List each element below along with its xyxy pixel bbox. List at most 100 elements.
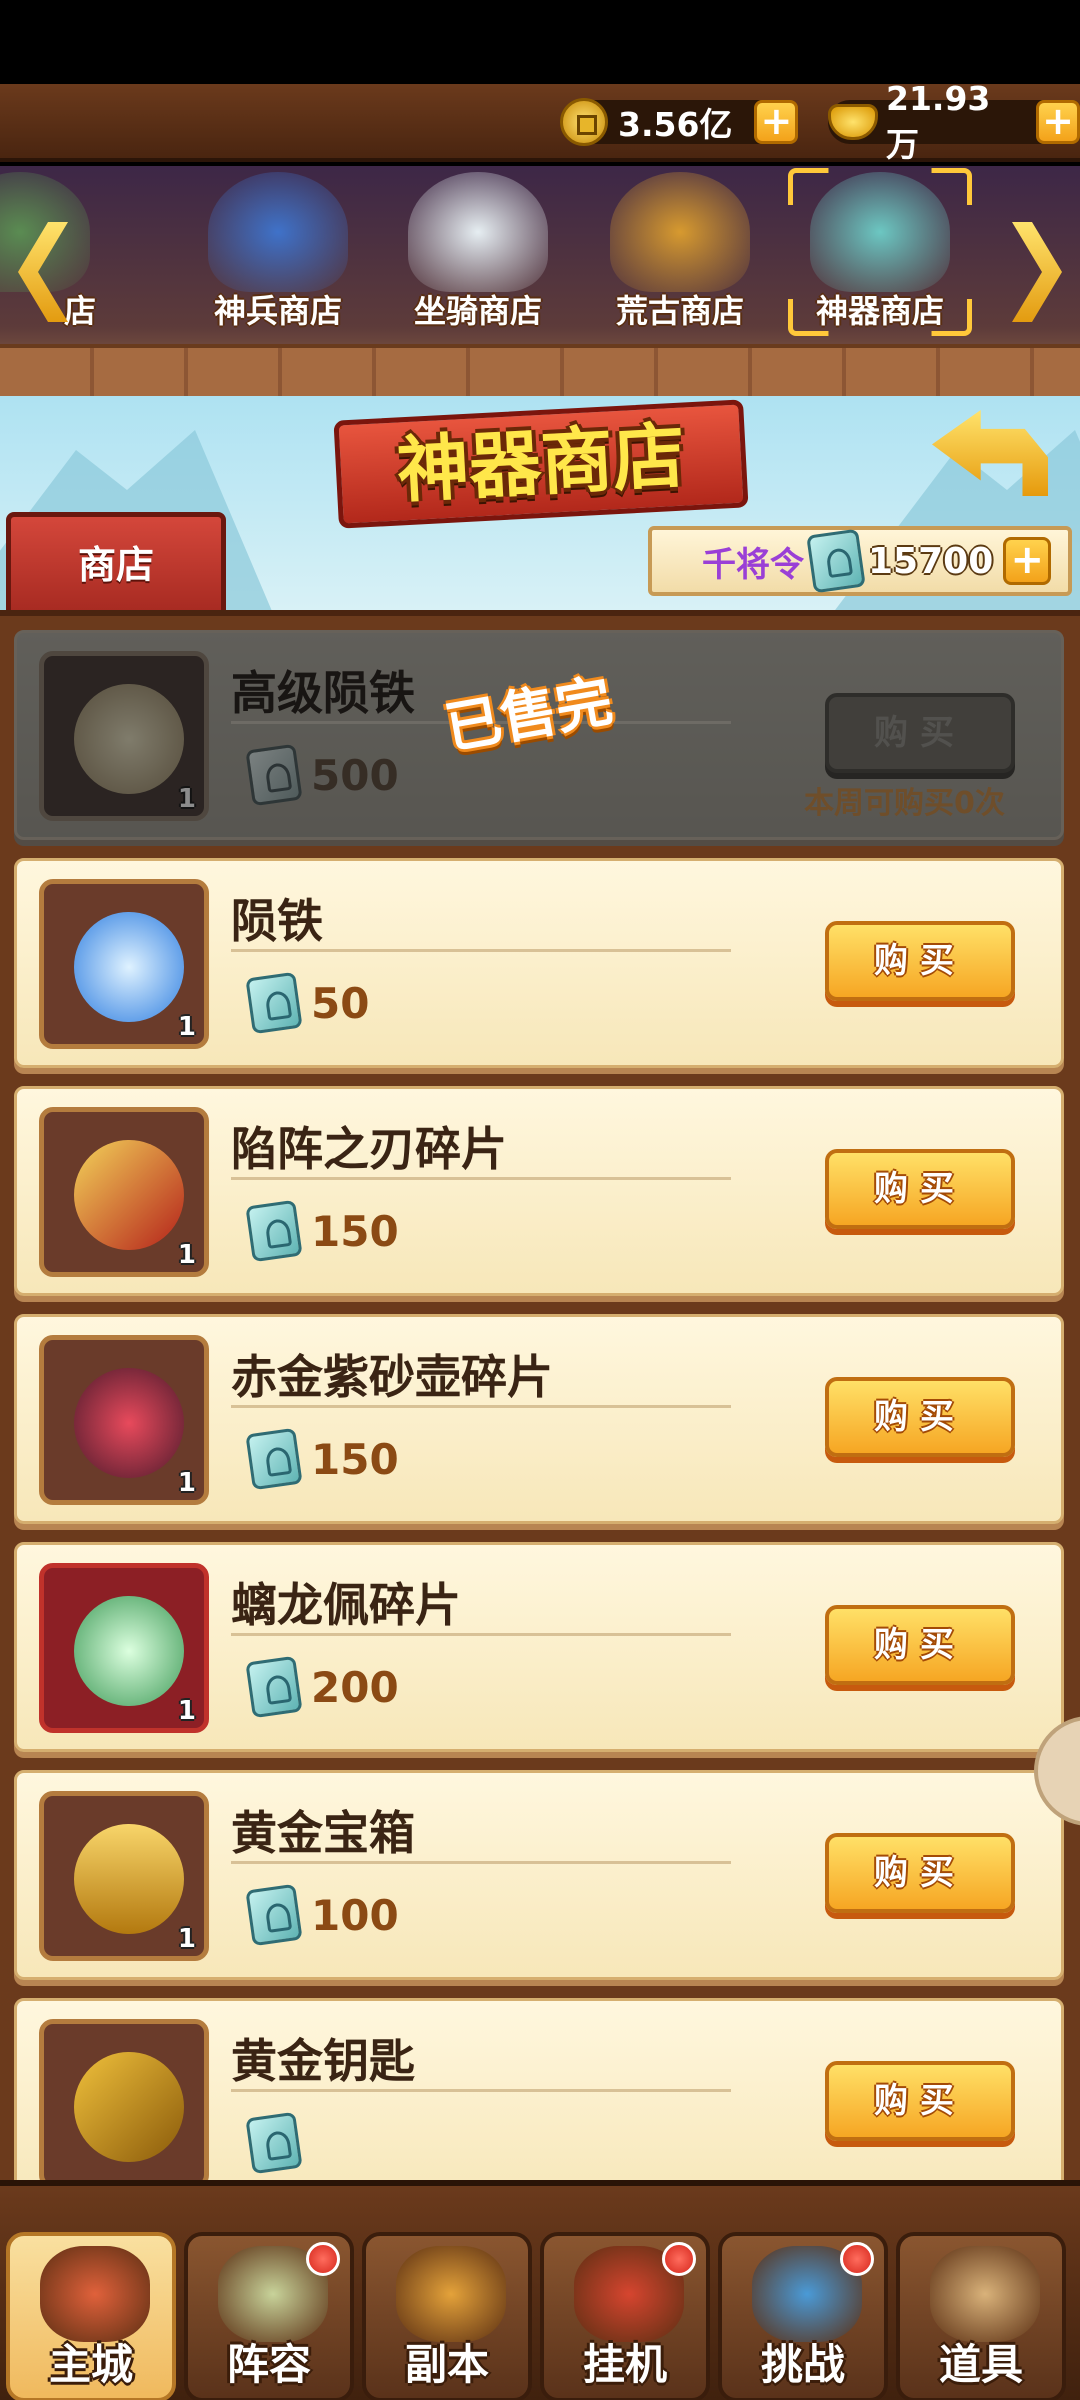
nav-icon [396,2246,506,2342]
item-glyph-icon [74,912,184,1022]
buy-button[interactable]: 购买 [825,1377,1015,1457]
item-name: 陨铁 [231,894,323,948]
price-value: 150 [311,1434,399,1484]
divider [231,1861,731,1864]
purchase-limit-text: 本周可购买0次 [804,786,1005,821]
buy-button[interactable]: 购买 [825,1149,1015,1229]
mount-shop-art [408,172,548,292]
token-icon [245,2111,303,2175]
shop-item-card: 1 陷阵之刃碎片 150 购买 [14,1086,1064,1296]
item-name: 螭龙佩碎片 [231,1578,461,1632]
item-glyph-icon [74,1368,184,1478]
coin-counter: 3.56亿 + [560,94,799,150]
item-icon[interactable]: 1 [39,1791,209,1961]
token-icon [245,1199,303,1263]
item-name: 高级陨铁 [231,666,415,720]
divider [231,949,731,952]
shop-item-card: 1 螭龙佩碎片 200 购买 [14,1542,1064,1752]
item-name: 陷阵之刃碎片 [231,1122,507,1176]
token-icon [245,1883,303,1947]
notification-dot [840,2242,874,2276]
chevron-left-icon [18,222,68,322]
shop-header: 神器商店 商店 千将令 15700 + [0,396,1080,610]
shop-item-card: 1 陨铁 50 购买 [14,858,1064,1068]
shop-item-card: 1 黄金宝箱 100 购买 [14,1770,1064,1980]
nav-button[interactable]: 道具 [896,2232,1066,2400]
price-value: 150 [311,1206,399,1256]
item-price [237,2111,311,2175]
nav-button[interactable]: 副本 [362,2232,532,2400]
nav-button[interactable]: 挑战 [718,2232,888,2400]
nav-label: 挑战 [760,2340,845,2389]
shop-tab-flag[interactable]: 商店 [6,512,226,610]
item-icon[interactable] [39,2019,209,2180]
item-price: 150 [237,1427,399,1491]
tab-weapon-shop[interactable]: 神兵商店 [180,166,376,336]
weapon-shop-art [208,172,348,292]
buy-button[interactable]: 购买 [825,2061,1015,2141]
item-qty: 1 [177,1924,196,1954]
item-price: 100 [237,1883,399,1947]
coin-icon [560,98,608,146]
buy-button[interactable]: 购买 [825,1833,1015,1913]
token-counter: 千将令 15700 + [648,526,1072,596]
nav-icon [930,2246,1040,2342]
item-qty: 1 [177,1240,196,1270]
gold-value: 21.93万 [886,78,991,164]
token-icon [245,1655,303,1719]
item-icon[interactable]: 1 [39,879,209,1049]
item-name: 黄金钥匙 [231,2034,415,2088]
tab-label: 荒古商店 [615,292,744,330]
item-name: 赤金紫砂壶碎片 [231,1350,553,1404]
item-icon[interactable]: 1 [39,1107,209,1277]
notification-dot [662,2242,696,2276]
divider [231,1177,731,1180]
tabs-prev-button[interactable] [10,222,76,322]
tab-label: 神器商店 [815,292,944,330]
tab-label: 神兵商店 [213,292,342,330]
item-qty: 1 [177,1696,196,1726]
token-value: 15700 [868,540,994,582]
shop-tabs: 店 神兵商店 坐骑商店 荒古商店 神器商店 [0,166,1080,396]
coin-value: 3.56亿 [618,105,733,144]
item-glyph-icon [74,2052,184,2162]
item-qty: 1 [177,784,196,814]
item-glyph-icon [74,1140,184,1250]
nav-button[interactable]: 主城 [6,2232,176,2400]
tab-artifact-shop[interactable]: 神器商店 [782,166,978,336]
nav-label: 副本 [404,2340,489,2389]
buy-button[interactable]: 购买 [825,921,1015,1001]
tabs-next-button[interactable] [1004,222,1070,322]
buy-button[interactable]: 购买 [825,693,1015,773]
currency-bar: 3.56亿 + 21.93万 + [0,79,1080,164]
status-bar [0,0,1080,84]
token-icon [806,528,866,594]
item-qty: 1 [177,1468,196,1498]
tab-ancient-shop[interactable]: 荒古商店 [582,166,778,336]
price-value: 50 [311,978,370,1028]
item-icon[interactable]: 1 [39,1335,209,1505]
shop-title-banner: 神器商店 [333,399,749,529]
item-glyph-icon [74,1824,184,1934]
nav-label: 主城 [48,2340,133,2389]
item-list[interactable]: 1 高级陨铁 500 购买 已售完 本周可购买0次 1 陨铁 50 购买 1 陷阵之刃碎片 150 购买 1… [0,610,1080,2180]
item-qty: 1 [177,1012,196,1042]
divider [231,1405,731,1408]
nav-button[interactable]: 挂机 [540,2232,710,2400]
item-icon[interactable]: 1 [39,1563,209,1733]
shop-item-card: 黄金钥匙购买 [14,1998,1064,2180]
nav-button[interactable]: 阵容 [184,2232,354,2400]
item-icon[interactable]: 1 [39,651,209,821]
chevron-right-icon [1012,222,1062,322]
add-token-button[interactable]: + [1003,537,1052,585]
nav-icon [40,2246,150,2342]
add-coin-button[interactable]: + [754,100,799,144]
notification-dot [306,2242,340,2276]
tab-mount-shop[interactable]: 坐骑商店 [380,166,576,336]
nav-label: 道具 [938,2340,1023,2389]
buy-button[interactable]: 购买 [825,1605,1015,1685]
price-value: 500 [311,750,399,800]
ancient-shop-art [610,172,750,292]
add-gold-button[interactable]: + [1036,100,1080,144]
gold-counter: 21.93万 + [828,79,1080,164]
